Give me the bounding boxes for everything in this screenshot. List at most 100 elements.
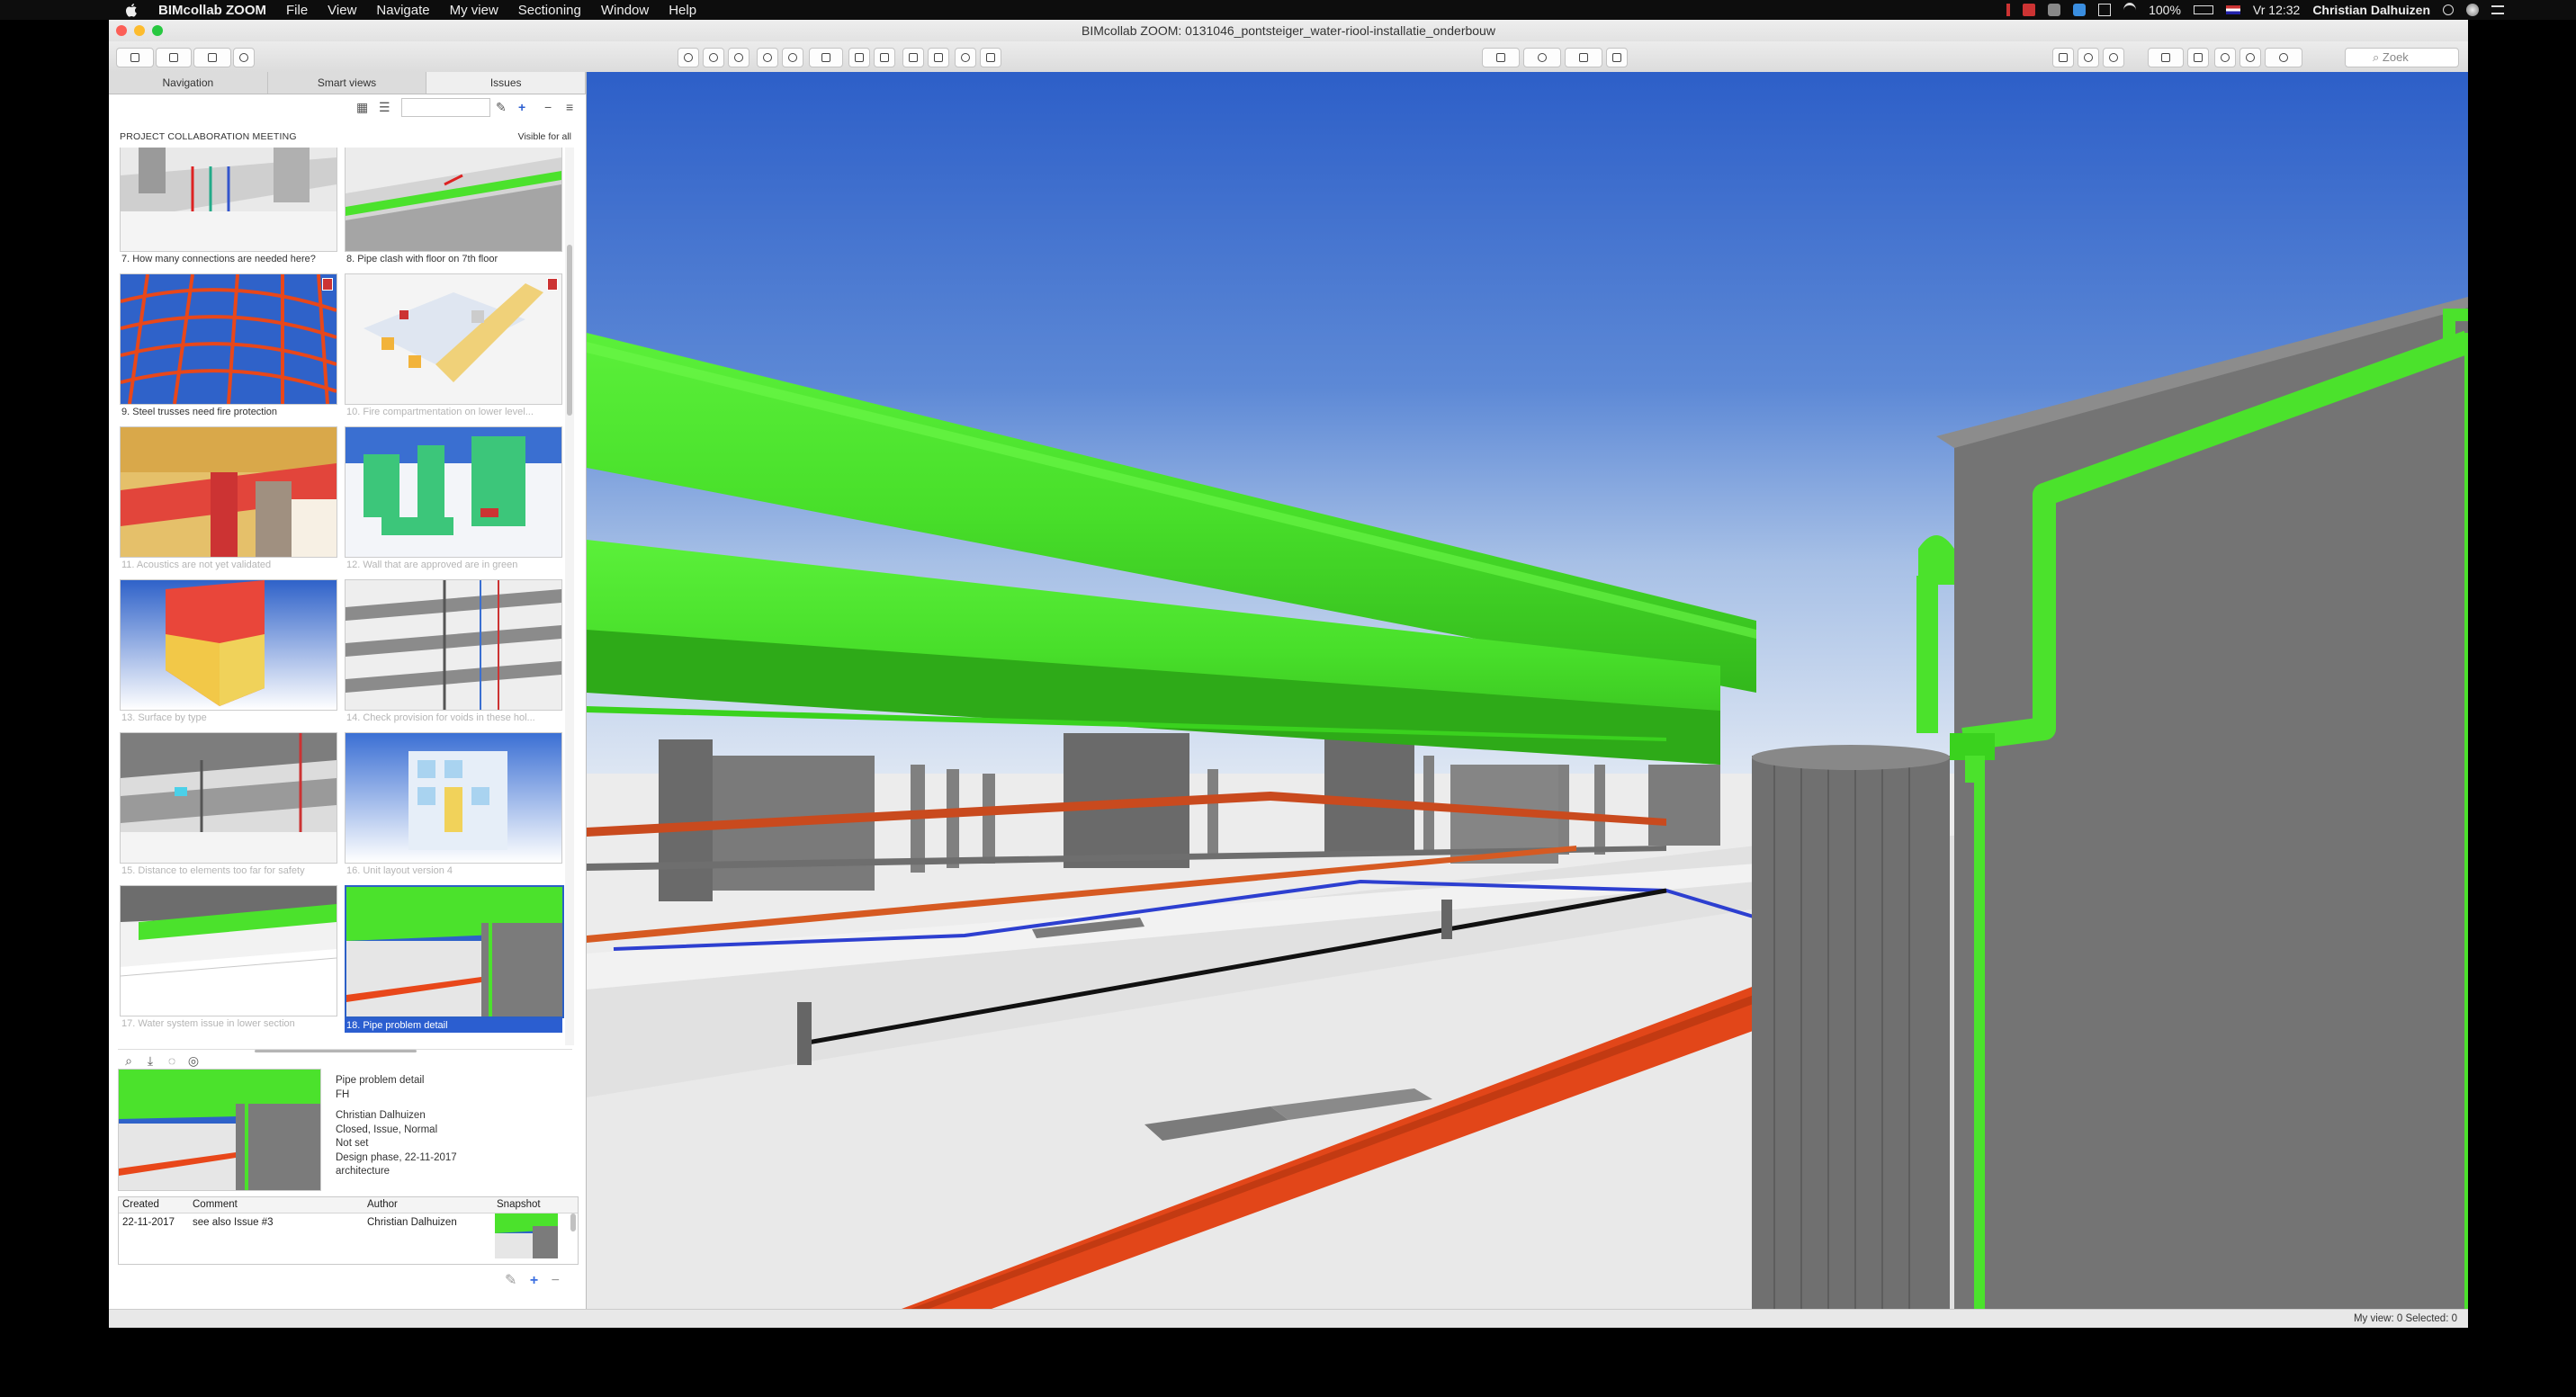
siri-icon[interactable] bbox=[2466, 4, 2479, 16]
comment-snapshot[interactable] bbox=[495, 1213, 558, 1258]
edit-comment-icon[interactable]: ✎ bbox=[505, 1273, 516, 1288]
issue-card-10[interactable]: 10. Fire compartmentation on lower level… bbox=[345, 273, 562, 419]
splitter-handle[interactable] bbox=[255, 1050, 417, 1052]
refresh-button[interactable] bbox=[233, 48, 255, 67]
menu-sectioning[interactable]: Sectioning bbox=[518, 3, 581, 18]
view-cube-button[interactable] bbox=[809, 48, 843, 67]
link-tool-button[interactable] bbox=[193, 48, 231, 67]
undo-button[interactable] bbox=[2214, 48, 2236, 67]
layers-button[interactable] bbox=[1565, 48, 1602, 67]
box-select-button[interactable] bbox=[848, 48, 870, 67]
issue-card-9[interactable]: 9. Steel trusses need fire protection bbox=[120, 273, 337, 419]
apple-logo-icon[interactable] bbox=[126, 3, 139, 17]
shape-button[interactable] bbox=[1523, 48, 1561, 67]
fullscreen-button[interactable] bbox=[2052, 48, 2074, 67]
menu-navigate[interactable]: Navigate bbox=[376, 3, 429, 18]
redo-button[interactable] bbox=[2239, 48, 2261, 67]
flag-icon[interactable] bbox=[2225, 5, 2240, 14]
issue-card-15[interactable]: 15. Distance to elements too far for saf… bbox=[120, 732, 337, 878]
display-mode-button[interactable] bbox=[2148, 48, 2184, 67]
sync-icon[interactable]: ◎ bbox=[186, 1053, 201, 1068]
issues-panel: Navigation Smart views Issues ▦ ☰ ✎ + − … bbox=[109, 72, 587, 1309]
comment-icon[interactable]: ◌ bbox=[165, 1053, 179, 1068]
close-window-button[interactable] bbox=[116, 25, 127, 36]
status-app-icon[interactable] bbox=[2023, 4, 2036, 16]
airplay-icon[interactable] bbox=[2098, 4, 2112, 16]
list-view-icon[interactable]: ☰ bbox=[379, 101, 390, 113]
menu-my-view[interactable]: My view bbox=[450, 3, 498, 18]
issue-card-18[interactable]: 18. Pipe problem detail bbox=[345, 885, 564, 1033]
zoom-window-button[interactable] bbox=[152, 25, 163, 36]
menu-help[interactable]: Help bbox=[669, 3, 696, 18]
section-box-button[interactable] bbox=[928, 48, 949, 67]
visibility-button[interactable] bbox=[2265, 48, 2302, 67]
status-app-icon[interactable] bbox=[2073, 4, 2087, 16]
issue-card-11[interactable]: 11. Acoustics are not yet validated bbox=[120, 426, 337, 572]
open-file-button[interactable] bbox=[116, 48, 154, 67]
issue-thumbnail bbox=[345, 885, 564, 1018]
issue-card-17[interactable]: 17. Water system issue in lower section bbox=[120, 885, 337, 1031]
search-input[interactable]: ⌕ Zoek bbox=[2345, 48, 2459, 67]
bookmark-button[interactable] bbox=[2187, 48, 2209, 67]
settings-button[interactable] bbox=[782, 48, 803, 67]
column-header-created[interactable]: Created bbox=[122, 1199, 159, 1210]
battery-icon[interactable] bbox=[2193, 5, 2213, 14]
zoom-in-button[interactable] bbox=[703, 48, 724, 67]
tab-navigation[interactable]: Navigation bbox=[109, 72, 268, 94]
section-button[interactable] bbox=[902, 48, 924, 67]
clock[interactable]: Vr 12:32 bbox=[2253, 3, 2300, 17]
column-header-author[interactable]: Author bbox=[367, 1199, 398, 1210]
menu-view[interactable]: View bbox=[328, 3, 356, 18]
issue-caption: 9. Steel trusses need fire protection bbox=[121, 407, 278, 417]
3d-viewport[interactable] bbox=[587, 72, 2468, 1309]
add-issue-button[interactable]: + bbox=[518, 101, 525, 113]
issue-detail-snapshot[interactable] bbox=[118, 1069, 321, 1191]
zoom-fit-button[interactable] bbox=[678, 48, 699, 67]
zoom-to-issue-icon[interactable]: ⌕ bbox=[121, 1053, 136, 1068]
issue-card-16[interactable]: 16. Unit layout version 4 bbox=[345, 732, 562, 878]
orbit-button[interactable] bbox=[757, 48, 778, 67]
measure-button[interactable] bbox=[1482, 48, 1520, 67]
issue-card-13[interactable]: 13. Surface by type bbox=[120, 579, 337, 725]
grid-view-icon[interactable]: ▦ bbox=[356, 101, 368, 113]
remove-issue-button[interactable]: − bbox=[544, 101, 552, 113]
add-comment-button[interactable]: + bbox=[530, 1273, 538, 1288]
visibility-label[interactable]: Visible for all bbox=[518, 131, 571, 142]
notification-center-icon[interactable] bbox=[2491, 5, 2504, 14]
column-header-snapshot[interactable]: Snapshot bbox=[497, 1199, 541, 1210]
rotate-button[interactable] bbox=[955, 48, 976, 67]
issue-thumbnail bbox=[345, 732, 562, 864]
zoom-selection-button[interactable] bbox=[2103, 48, 2124, 67]
menu-window[interactable]: Window bbox=[601, 3, 649, 18]
panel-tabs: Navigation Smart views Issues bbox=[109, 72, 587, 94]
status-app-icon[interactable] bbox=[2006, 4, 2011, 16]
spotlight-search-icon[interactable] bbox=[2443, 4, 2454, 15]
remove-comment-button[interactable]: − bbox=[552, 1273, 560, 1288]
hand-tool-button[interactable] bbox=[1606, 48, 1628, 67]
issue-card-12[interactable]: 12. Wall that are approved are in green bbox=[345, 426, 562, 572]
copy-button[interactable] bbox=[874, 48, 895, 67]
save-button[interactable] bbox=[156, 48, 192, 67]
issue-filter-input[interactable] bbox=[401, 98, 490, 117]
tab-issues[interactable]: Issues bbox=[426, 72, 587, 94]
zoom-out-button[interactable] bbox=[728, 48, 749, 67]
user-name[interactable]: Christian Dalhuizen bbox=[2312, 3, 2430, 17]
zoom-button[interactable] bbox=[2078, 48, 2099, 67]
issue-card-14[interactable]: 14. Check provision for voids in these h… bbox=[345, 579, 562, 725]
issue-thumbnail bbox=[345, 273, 562, 405]
wifi-icon[interactable] bbox=[2123, 2, 2137, 18]
issue-grid-scrollbar[interactable] bbox=[565, 148, 574, 1045]
minimize-window-button[interactable] bbox=[134, 25, 145, 36]
tab-smart-views[interactable]: Smart views bbox=[268, 72, 427, 94]
menu-file[interactable]: File bbox=[286, 3, 308, 18]
comments-scrollbar[interactable] bbox=[570, 1213, 576, 1231]
app-menu[interactable]: BIMcollab ZOOM bbox=[158, 3, 266, 18]
panel-menu-icon[interactable]: ≡ bbox=[566, 101, 573, 113]
download-icon[interactable]: ⤓ bbox=[143, 1053, 157, 1068]
column-header-comment[interactable]: Comment bbox=[193, 1199, 238, 1210]
issue-card-8[interactable]: 8. Pipe clash with floor on 7th floor bbox=[345, 148, 562, 266]
issue-card-7[interactable]: 7. How many connections are needed here? bbox=[120, 148, 337, 266]
edit-icon[interactable]: ✎ bbox=[496, 101, 507, 113]
filter-button[interactable] bbox=[980, 48, 1001, 67]
status-app-icon[interactable] bbox=[2048, 4, 2061, 16]
